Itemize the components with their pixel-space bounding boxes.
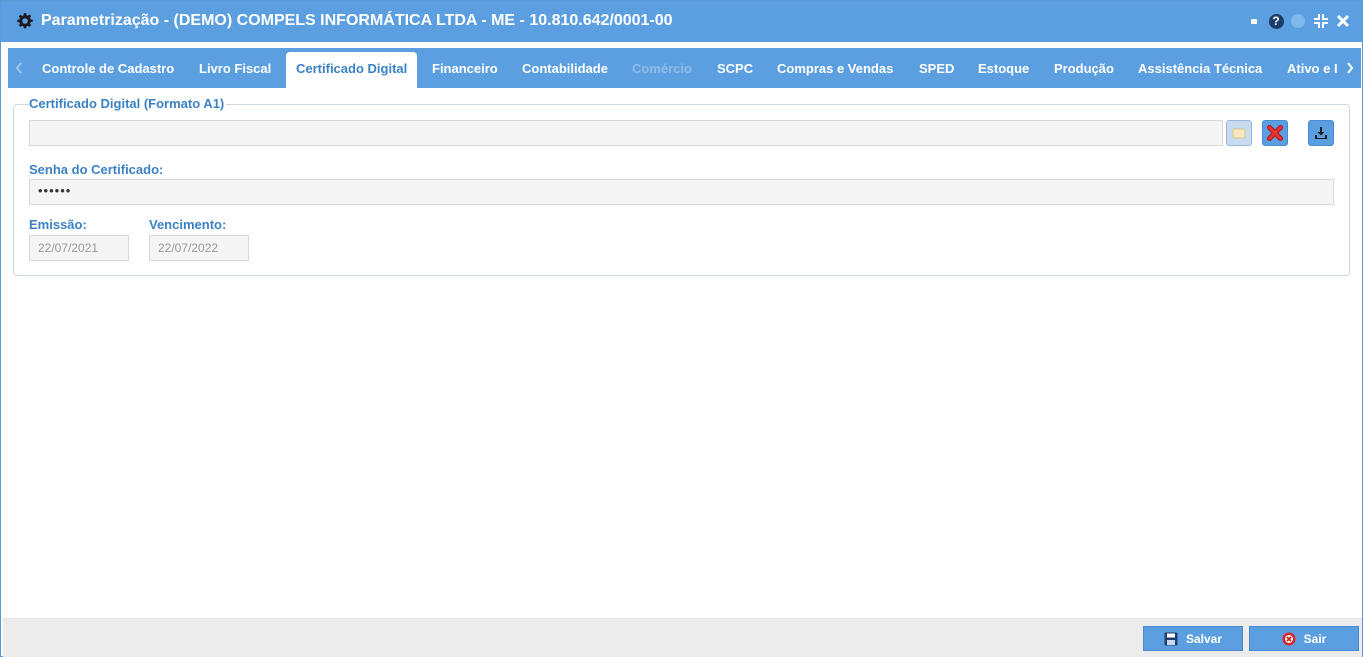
tab-certificado-digital[interactable]: Certificado Digital [286, 52, 418, 88]
tab-ativo[interactable]: Ativo e I [1287, 52, 1337, 88]
floppy-disk-icon [1164, 632, 1178, 645]
collapse-icon [1314, 14, 1328, 28]
window-title: Parametrização - (DEMO) COMPELS INFORMÁT… [41, 12, 673, 29]
tab-scpc[interactable]: SCPC [717, 52, 753, 88]
exit-button[interactable]: Sair [1249, 626, 1359, 651]
tab-sped[interactable]: SPED [919, 52, 954, 88]
tab-controle-de-cadastro[interactable]: Controle de Cadastro [42, 52, 174, 88]
minimize-button[interactable] [1249, 13, 1259, 29]
upload-icon [1315, 127, 1327, 139]
info-button[interactable] [1290, 13, 1306, 29]
help-button[interactable]: ? [1268, 13, 1284, 29]
password-field[interactable]: •••••• [29, 179, 1334, 205]
restore-button[interactable] [1312, 13, 1330, 29]
exit-icon [1282, 632, 1296, 645]
chevron-left-icon [15, 62, 22, 74]
tab-estoque[interactable]: Estoque [978, 52, 1029, 88]
folder-icon [1232, 128, 1246, 139]
tab-comercio: Comércio [632, 61, 692, 76]
issue-date-label: Emissão: [29, 217, 87, 232]
parametrizacao-window: Parametrização - (DEMO) COMPELS INFORMÁT… [0, 0, 1363, 657]
tab-scroll-left-button[interactable] [8, 48, 30, 88]
tab-compras-e-vendas[interactable]: Compras e Vendas [777, 52, 893, 88]
save-button-label: Salvar [1185, 631, 1223, 646]
title-bar[interactable]: Parametrização - (DEMO) COMPELS INFORMÁT… [1, 1, 1362, 42]
tab-livro-fiscal[interactable]: Livro Fiscal [199, 52, 271, 88]
close-button[interactable] [1335, 13, 1351, 29]
issue-date-field: 22/07/2021 [29, 235, 129, 261]
certificate-group-legend: Certificado Digital (Formato A1) [29, 96, 227, 111]
tab-bar: Controle de Cadastro Livro Fiscal Certif… [8, 48, 1361, 88]
exit-button-label: Sair [1303, 631, 1327, 646]
expiry-date-field: 22/07/2022 [149, 235, 249, 261]
expiry-date-label: Vencimento: [149, 217, 227, 232]
upload-certificate-button[interactable] [1308, 120, 1334, 146]
delete-certificate-button[interactable] [1262, 120, 1288, 146]
tab-financeiro[interactable]: Financeiro [432, 52, 498, 88]
tab-scroll-right-button[interactable] [1339, 48, 1361, 88]
delete-x-icon [1267, 125, 1283, 141]
tab-assistencia-tecnica[interactable]: Assistência Técnica [1138, 52, 1262, 88]
certificate-file-field[interactable] [29, 120, 1223, 146]
close-icon [1336, 14, 1350, 28]
chevron-right-icon [1347, 62, 1354, 74]
select-file-button[interactable] [1226, 120, 1252, 146]
gear-icon [17, 13, 33, 29]
password-label: Senha do Certificado: [29, 162, 164, 177]
minimize-icon [1251, 18, 1257, 24]
info-icon [1291, 14, 1305, 28]
tab-producao[interactable]: Produção [1054, 52, 1114, 88]
save-button[interactable]: Salvar [1143, 626, 1243, 651]
tab-contabilidade[interactable]: Contabilidade [522, 52, 608, 88]
help-icon: ? [1268, 13, 1284, 29]
